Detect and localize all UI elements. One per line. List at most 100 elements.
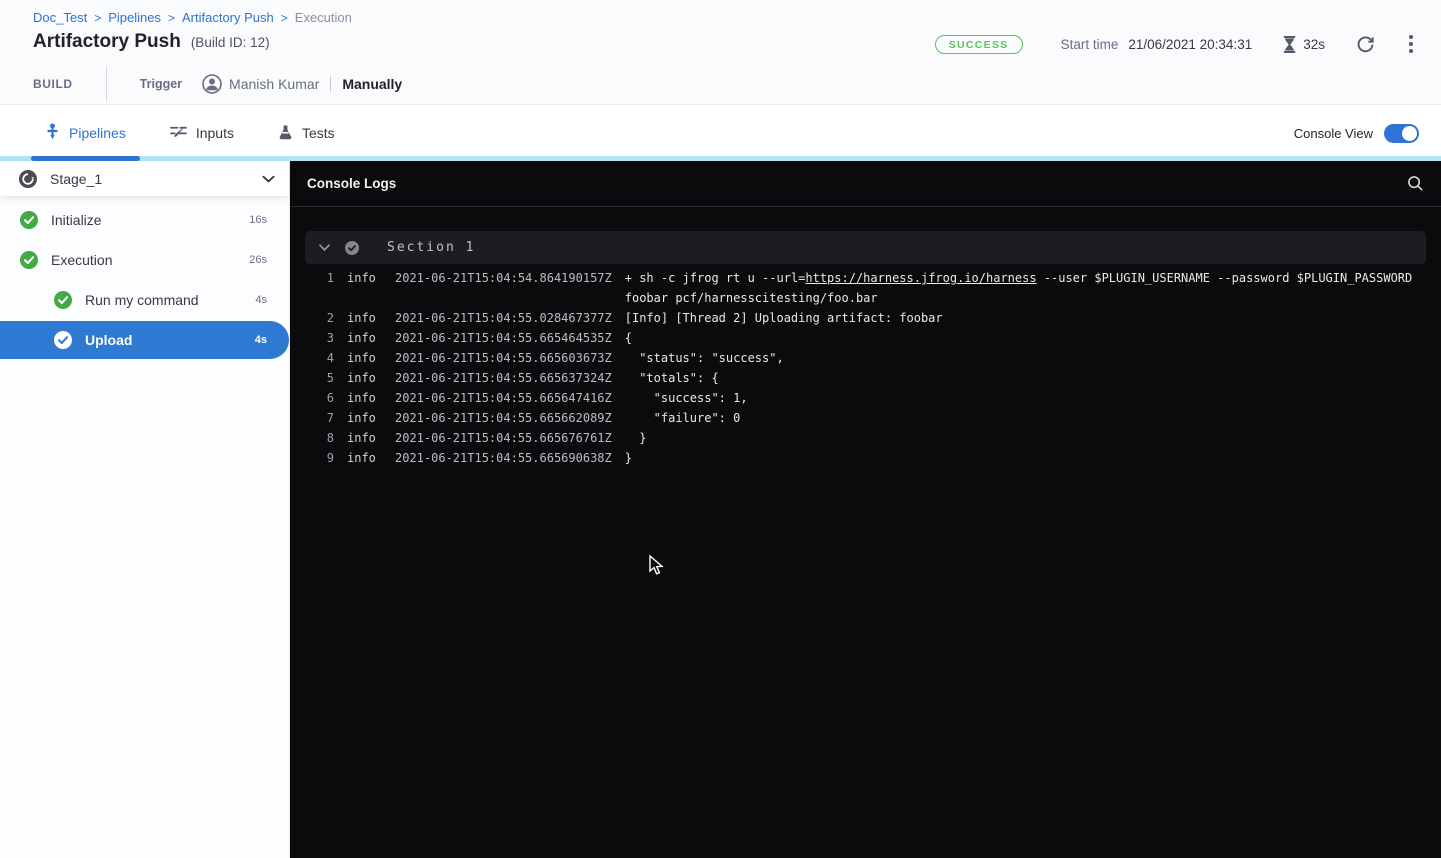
stage-selector[interactable]: Stage_1: [0, 161, 289, 196]
inputs-icon: [170, 124, 187, 142]
success-check-icon: [20, 211, 38, 229]
build-meta-row: BUILD Trigger Manish Kumar Manually: [33, 66, 1441, 102]
log-line: 9 info 2021-06-21T15:04:55.665690638Z}: [290, 448, 1441, 468]
tab-bar: Pipelines Inputs Tests Console View: [0, 105, 1441, 161]
success-check-icon: [54, 331, 72, 349]
chevron-down-icon: [262, 170, 275, 188]
log-line: 2info2021-06-21T15:04:55.028467377Z[Info…: [290, 308, 1441, 328]
trigger-user: Manish Kumar: [229, 76, 319, 92]
start-time-value: 21/06/2021 20:34:31: [1128, 37, 1252, 52]
log-level: info: [347, 388, 377, 408]
console-panel: Console Logs Section 1 1 info 2021-06-21T1…: [290, 161, 1441, 858]
console-view-label: Console View: [1294, 126, 1373, 141]
log-timestamp: 2021-06-21T15:04:55.665690638Z: [395, 448, 612, 468]
trigger-label: Trigger: [140, 77, 182, 91]
trigger-type: Manually: [342, 76, 402, 92]
log-line-number: 5: [290, 368, 334, 388]
log-message: "status": "success",: [625, 348, 784, 368]
step-duration: 16s: [249, 214, 267, 226]
header-actions: SUCCESS Start time 21/06/2021 20:34:31 3…: [935, 32, 1417, 56]
log-line-number: 9: [290, 448, 334, 468]
success-check-icon: [54, 291, 72, 309]
tab-pipelines[interactable]: Pipelines: [31, 105, 140, 161]
vertical-divider: [330, 76, 331, 92]
step-label: Execution: [51, 252, 249, 268]
build-type-label: BUILD: [33, 77, 73, 91]
log-level: info: [347, 308, 377, 328]
status-badge: SUCCESS: [935, 35, 1023, 54]
log-message: {: [625, 328, 632, 348]
step-initialize[interactable]: Initialize16s: [0, 200, 289, 240]
log-message: "totals": {: [625, 368, 719, 388]
tabs: Pipelines Inputs Tests: [31, 105, 349, 161]
breadcrumb-link-pipelines[interactable]: Pipelines: [108, 10, 161, 25]
log-level: info: [347, 348, 377, 368]
log-line: 5 info 2021-06-21T15:04:55.665637324Z "tot…: [290, 368, 1441, 388]
log-message: "success": 1,: [625, 388, 748, 408]
step-list: Initialize16sExecution26sRun my command4…: [0, 196, 289, 359]
log-timestamp: 2021-06-21T15:04:55.665464535Z: [395, 328, 612, 348]
stage-name: Stage_1: [50, 171, 262, 187]
log-timestamp: 2021-06-21T15:04:55.665637324Z: [395, 368, 612, 388]
log-line-number: 1: [290, 268, 334, 288]
console-view-switch[interactable]: [1384, 124, 1419, 143]
search-icon[interactable]: [1407, 175, 1424, 192]
log-timestamp: 2021-06-21T15:04:55.665603673Z: [395, 348, 612, 368]
log-timestamp: 2021-06-21T15:04:55.665676761Z: [395, 428, 612, 448]
step-execution[interactable]: Execution26s: [0, 240, 289, 280]
user-avatar-icon: [202, 74, 222, 94]
tab-label: Inputs: [196, 125, 234, 141]
log-timestamp: 2021-06-21T15:04:54.864190157Z: [395, 268, 612, 288]
console-header: Console Logs: [290, 161, 1441, 207]
breadcrumb-link-artifactory-push[interactable]: Artifactory Push: [182, 10, 274, 25]
more-options-icon[interactable]: [1405, 33, 1417, 55]
log-url-link[interactable]: https://harness.jfrog.io/harness: [805, 271, 1036, 285]
step-upload[interactable]: Upload4s: [0, 321, 289, 359]
tab-label: Pipelines: [69, 125, 126, 141]
section-label: Section 1: [387, 240, 475, 255]
refresh-icon[interactable]: [1356, 35, 1375, 54]
step-label: Initialize: [51, 212, 249, 228]
step-run-my-command[interactable]: Run my command4s: [0, 280, 289, 320]
toggle-knob: [1402, 126, 1417, 141]
log-line: 3info2021-06-21T15:04:55.665464535Z{: [290, 328, 1441, 348]
breadcrumb: Doc_Test>Pipelines>Artifactory Push>Exec…: [33, 0, 1441, 25]
step-label: Upload: [85, 332, 255, 348]
log-message: }: [625, 428, 647, 448]
log-level: info: [347, 368, 377, 388]
hourglass-icon: [1282, 36, 1297, 53]
console-title: Console Logs: [307, 176, 1407, 191]
page-title: Artifactory Push: [33, 31, 181, 53]
log-level: info: [347, 268, 377, 288]
log-lines: 1 info 2021-06-21T15:04:54.864190157Z + sh …: [290, 268, 1441, 468]
log-level: info: [347, 328, 377, 348]
breadcrumb-separator: >: [94, 11, 101, 25]
log-line: 7info2021-06-21T15:04:55.665662089Z "fai…: [290, 408, 1441, 428]
build-id-label: (Build ID: 12): [191, 35, 270, 50]
duration-value: 32s: [1303, 37, 1325, 52]
app-root: Doc_Test>Pipelines>Artifactory Push>Exec…: [0, 0, 1441, 858]
stage-icon: [19, 170, 37, 188]
log-line: 6info2021-06-21T15:04:55.665647416Z "suc…: [290, 388, 1441, 408]
log-line: 4info2021-06-21T15:04:55.665603673Z "sta…: [290, 348, 1441, 368]
log-section-header[interactable]: Section 1: [305, 231, 1426, 264]
tests-icon: [278, 124, 293, 143]
log-level: info: [347, 448, 377, 468]
chevron-down-icon: [319, 244, 330, 251]
vertical-divider: [106, 66, 107, 102]
log-message: + sh -c jfrog rt u --url=https://harness…: [625, 268, 1413, 308]
tab-tests[interactable]: Tests: [264, 105, 349, 161]
log-line: 8info2021-06-21T15:04:55.665676761Z }: [290, 428, 1441, 448]
tab-inputs[interactable]: Inputs: [156, 105, 248, 161]
pipeline-icon: [45, 123, 60, 143]
breadcrumb-separator: >: [281, 11, 288, 25]
log-message: }: [625, 448, 632, 468]
log-timestamp: 2021-06-21T15:04:55.665647416Z: [395, 388, 612, 408]
log-level: info: [347, 408, 377, 428]
step-duration: 4s: [255, 334, 267, 346]
section-success-icon: [345, 241, 359, 255]
log-line-number: 7: [290, 408, 334, 428]
breadcrumb-link-doc-test[interactable]: Doc_Test: [33, 10, 87, 25]
step-duration: 4s: [255, 294, 267, 306]
main-body: Stage_1 Initialize16sExecution26sRun my …: [0, 161, 1441, 858]
